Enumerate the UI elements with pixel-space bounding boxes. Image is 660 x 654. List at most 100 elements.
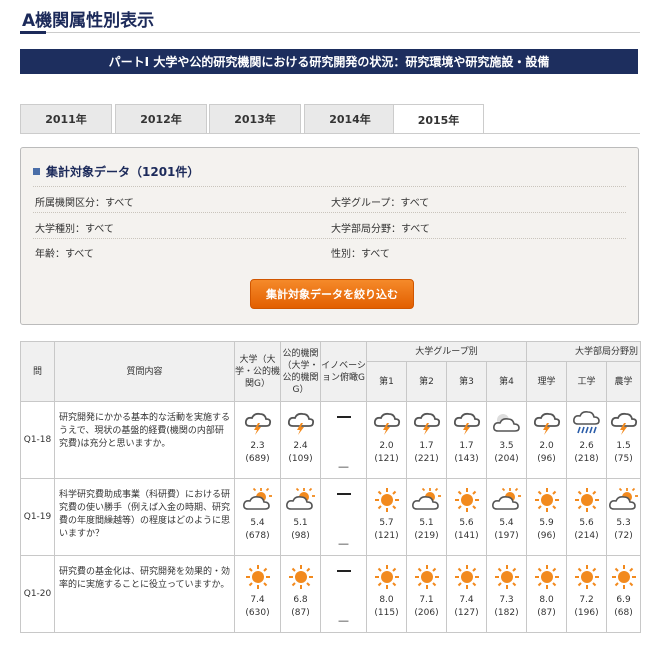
thunder-cloud-icon bbox=[235, 410, 280, 436]
thunder-cloud-icon bbox=[447, 410, 486, 436]
result-cell: 2.4 (109) bbox=[280, 401, 321, 479]
score-value: 5.6 bbox=[459, 518, 474, 528]
result-cell: 5.7 (121) bbox=[366, 478, 407, 556]
respondent-count: (206) bbox=[414, 608, 439, 618]
result-cell: 8.0 (115) bbox=[366, 555, 407, 633]
respondent-count: (141) bbox=[454, 531, 479, 541]
score-value: 1.7 bbox=[419, 441, 434, 451]
filter-heading-text: 集計対象データ（1201件） bbox=[46, 165, 200, 179]
score-value: 2.0 bbox=[379, 441, 394, 451]
thunder-cloud-icon bbox=[607, 410, 640, 436]
table-row: Q1-20 研究費の基金化は、研究開発を効果的・効率的に実施することに役立っていま… bbox=[20, 555, 642, 633]
score-value: 5.3 bbox=[616, 518, 631, 528]
criterion-univ-group: 大学グループ：すべて bbox=[331, 198, 430, 209]
tab-2011[interactable]: 2011年 bbox=[20, 104, 112, 133]
header-dept-science: 理学 bbox=[526, 361, 568, 402]
respondent-count: (121) bbox=[374, 531, 399, 541]
respondent-count: (214) bbox=[574, 531, 599, 541]
result-cell: 3.5 (204) bbox=[485, 401, 528, 479]
sun-icon bbox=[567, 564, 606, 590]
header-dept-engineering: 工学 bbox=[566, 361, 608, 402]
score-value: 5.1 bbox=[293, 518, 308, 528]
result-cell: 7.2 (196) bbox=[566, 555, 608, 633]
filter-heading: 集計対象データ（1201件） bbox=[33, 163, 199, 180]
sun-icon bbox=[487, 564, 526, 590]
score-value: 1.7 bbox=[459, 441, 474, 451]
score-value: 7.3 bbox=[499, 595, 514, 605]
tab-2013[interactable]: 2013年 bbox=[209, 104, 301, 133]
score-value: 6.9 bbox=[616, 595, 631, 605]
results-table: 問 質問内容 大学（大学・公的機関G） 公的機関（大学・公的機関G） イノベーシ… bbox=[20, 341, 642, 633]
header-group-3: 第3 bbox=[446, 361, 487, 402]
divider bbox=[33, 212, 626, 214]
sun-cloud-icon bbox=[487, 487, 526, 513]
respondent-count: (196) bbox=[574, 608, 599, 618]
header-innovation: イノベーション俯瞰G bbox=[320, 341, 367, 402]
no-data-score: — bbox=[338, 460, 349, 473]
no-data-dash bbox=[336, 416, 351, 418]
respondent-count: (182) bbox=[494, 608, 519, 618]
score-value: 7.2 bbox=[579, 595, 594, 605]
score-value: 7.4 bbox=[459, 595, 474, 605]
question-text: 研究開発にかかる基本的な活動を実施するうえで、現状の基盤的経費(機関の内部研究費… bbox=[54, 401, 235, 479]
tabs-underline bbox=[20, 133, 640, 134]
result-cell: 5.6 (214) bbox=[566, 478, 608, 556]
result-cell: 7.4 (127) bbox=[446, 555, 487, 633]
sun-icon bbox=[527, 564, 566, 590]
table-row: Q1-19 科学研究費助成事業（科研費）における研究費の使い勝手（例えば入金の時期… bbox=[20, 478, 642, 556]
sun-icon bbox=[407, 564, 446, 590]
sun-cloud-icon bbox=[407, 487, 446, 513]
header-univ: 大学（大学・公的機関G） bbox=[234, 341, 281, 402]
respondent-count: (68) bbox=[614, 608, 633, 618]
respondent-count: (678) bbox=[245, 531, 270, 541]
filter-data-button[interactable]: 集計対象データを絞り込む bbox=[250, 279, 414, 309]
score-value: 1.5 bbox=[616, 441, 631, 451]
result-cell: 7.3 (182) bbox=[485, 555, 528, 633]
respondent-count: (87) bbox=[537, 608, 556, 618]
score-value: 5.7 bbox=[379, 518, 394, 528]
result-cell: 5.4 (678) bbox=[234, 478, 281, 556]
score-value: 5.1 bbox=[419, 518, 434, 528]
square-bullet-icon bbox=[33, 168, 40, 175]
result-cell: 7.1 (206) bbox=[406, 555, 447, 633]
respondent-count: (98) bbox=[291, 531, 310, 541]
result-cell: 2.3 (689) bbox=[234, 401, 281, 479]
sun-icon bbox=[367, 487, 406, 513]
score-value: 3.5 bbox=[499, 441, 514, 451]
score-value: 2.4 bbox=[293, 441, 308, 451]
header-group-2: 第2 bbox=[406, 361, 447, 402]
score-value: 5.9 bbox=[539, 518, 554, 528]
thunder-cloud-icon bbox=[367, 410, 406, 436]
score-value: 8.0 bbox=[379, 595, 394, 605]
score-value: 5.6 bbox=[579, 518, 594, 528]
criterion-institution: 所属機関区分：すべて bbox=[35, 198, 134, 209]
sun-icon bbox=[527, 487, 566, 513]
tab-2015[interactable]: 2015年 bbox=[393, 104, 484, 134]
result-cell: 2.0 (121) bbox=[366, 401, 407, 479]
header-dept-field: 大学部局分野別 bbox=[526, 341, 642, 362]
respondent-count: (630) bbox=[245, 608, 270, 618]
score-value: 6.8 bbox=[293, 595, 308, 605]
score-value: 2.6 bbox=[579, 441, 594, 451]
result-cell: 6.8 (87) bbox=[280, 555, 321, 633]
result-cell: 1.7 (143) bbox=[446, 401, 487, 479]
respondent-count: (219) bbox=[414, 531, 439, 541]
respondent-count: (121) bbox=[374, 454, 399, 464]
thunder-cloud-icon bbox=[527, 410, 566, 436]
respondent-count: (221) bbox=[414, 454, 439, 464]
score-value: 8.0 bbox=[539, 595, 554, 605]
divider bbox=[33, 238, 626, 240]
result-cell: 5.6 (141) bbox=[446, 478, 487, 556]
header-content: 質問内容 bbox=[54, 341, 235, 402]
respondent-count: (218) bbox=[574, 454, 599, 464]
sun-cloud-icon bbox=[235, 487, 280, 513]
result-cell: 5.3 (72) bbox=[606, 478, 642, 556]
tab-2014[interactable]: 2014年 bbox=[304, 104, 396, 133]
criterion-gender: 性別：すべて bbox=[331, 249, 390, 260]
question-text: 科学研究費助成事業（科研費）における研究費の使い勝手（例えば入金の時期、研究費の… bbox=[54, 478, 235, 556]
result-cell: 5.1 (98) bbox=[280, 478, 321, 556]
respondent-count: (689) bbox=[245, 454, 270, 464]
score-value: 2.3 bbox=[250, 441, 265, 451]
score-value: 2.0 bbox=[539, 441, 554, 451]
tab-2012[interactable]: 2012年 bbox=[115, 104, 207, 133]
